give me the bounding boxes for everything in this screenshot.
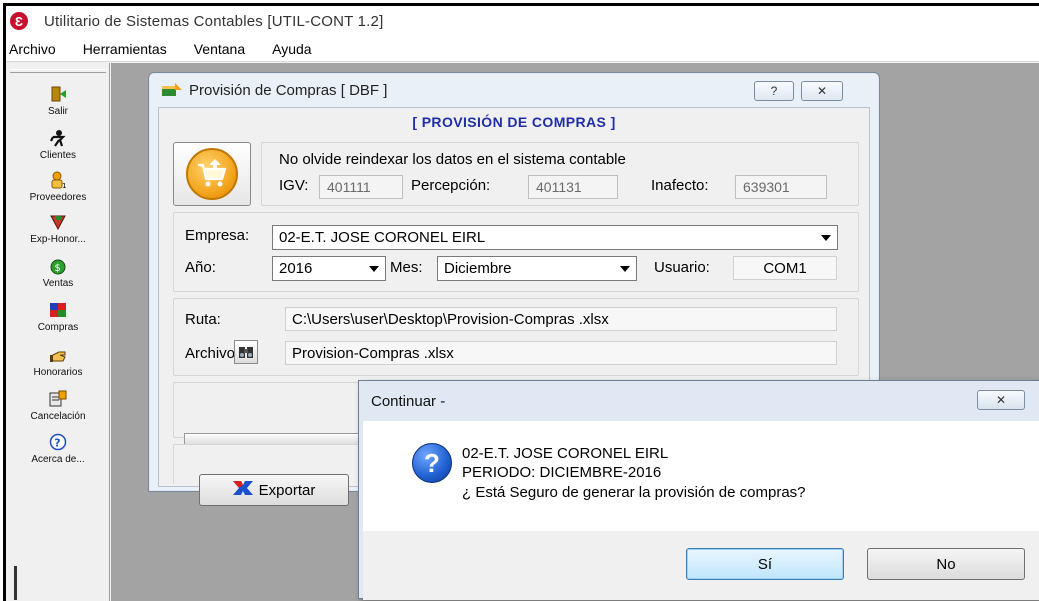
app-logo-icon: Ɛ [10,12,28,30]
binoculars-icon [239,347,253,358]
mes-value: Diciembre [444,260,512,277]
confirm-dialog: Continuar - ✕ ? 02-E.T. JOSE CORONEL EIR… [358,380,1039,600]
exit-door-icon [49,85,67,103]
toolbar-resize-handle[interactable] [14,566,17,600]
question-icon: ? [412,443,452,483]
app-title: Utilitario de Sistemas Contables [UTIL-C… [44,12,384,30]
company-group: Empresa: 02-E.T. JOSE CORONEL EIRL Año: … [173,212,859,292]
sidebar-item-label: Salir [47,106,68,117]
sidebar-item-label: Proveedores [29,192,87,203]
dialog-body: ? 02-E.T. JOSE CORONEL EIRL PERIODO: DIC… [363,421,1039,531]
path-group: Ruta: C:\Users\user\Desktop\Provision-Co… [173,298,859,376]
sidebar-item-salir[interactable]: Salir [6,85,110,129]
provision-window-icon [161,82,183,98]
igv-field: 401111 [319,175,403,199]
mes-label: Mes: [390,259,423,276]
close-icon: ✕ [995,393,1007,407]
purchases-icon [49,301,67,319]
menu-ayuda[interactable]: Ayuda [272,41,311,57]
anio-label: Año: [185,259,216,276]
left-toolbar: Salir Clientes 1 Proveedores Exp-Honor..… [6,63,110,601]
close-icon: ✕ [816,84,828,98]
sidebar-item-label: Clientes [39,150,77,161]
anio-value: 2016 [279,260,313,277]
percepcion-label: Percepción: [411,177,491,194]
ruta-field[interactable]: C:\Users\user\Desktop\Provision-Compras … [285,307,837,331]
chevron-down-icon [821,235,831,241]
provision-window-title: Provisión de Compras [ DBF ] [189,81,388,99]
app-titlebar: Ɛ Utilitario de Sistemas Contables [UTIL… [6,6,1039,36]
close-button[interactable]: ✕ [801,81,843,101]
fees-hand-icon [49,346,67,364]
sidebar-item-label: Exp-Honor... [30,234,86,245]
dialog-titlebar[interactable]: Continuar - [359,381,1039,421]
dialog-question: ¿ Está Seguro de generar la provisión de… [462,484,806,501]
svg-text:1: 1 [62,182,66,189]
empresa-value: 02-E.T. JOSE CORONEL EIRL [279,229,486,246]
empresa-label: Empresa: [185,227,250,244]
clients-person-icon [49,129,67,147]
excel-icon [232,480,253,500]
cancellation-icon [49,390,67,408]
sidebar-item-label: Compras [37,322,79,333]
toolbar-grip[interactable] [10,69,106,73]
help-icon: ? [770,84,778,98]
usuario-label: Usuario: [654,259,710,276]
notice-group: No olvide reindexar los datos en el sist… [261,142,859,206]
dialog-close-button[interactable]: ✕ [977,390,1025,410]
dialog-title: Continuar - [371,392,446,410]
sidebar-item-clientes[interactable]: Clientes [6,129,110,173]
export-label: Exportar [258,481,316,499]
chevron-down-icon [620,266,630,272]
dialog-period: PERIODO: DICIEMBRE-2016 [462,464,662,481]
sidebar-item-proveedores[interactable]: 1 Proveedores [6,171,110,215]
suppliers-icon: 1 [49,171,67,189]
reindex-notice: No olvide reindexar los datos en el sist… [279,151,626,168]
shopping-cart-icon [186,148,238,200]
archivo-field[interactable]: Provision-Compras .xlsx [285,341,837,365]
sidebar-item-exp-honor[interactable]: Exp-Honor... [6,213,110,257]
yes-button[interactable]: Sí [686,548,844,580]
usuario-field: COM1 [733,256,837,280]
igv-label: IGV: [279,177,309,194]
mes-select[interactable]: Diciembre [437,256,637,281]
sidebar-item-label: Honorarios [33,367,83,378]
menubar: Archivo Herramientas Ventana Ayuda [6,36,1039,62]
help-button[interactable]: ? [754,81,794,101]
svg-text:$: $ [55,263,61,274]
sidebar-item-label: Acerca de... [31,454,85,465]
exp-honorarios-icon [49,213,67,231]
inafecto-field: 639301 [735,175,827,199]
browse-button[interactable] [234,340,258,364]
sidebar-item-ventas[interactable]: $ Ventas [6,257,110,301]
sidebar-item-acerca[interactable]: ? Acerca de... [6,433,110,477]
cart-button[interactable] [173,142,251,206]
sales-money-icon: $ [49,257,67,275]
menu-archivo[interactable]: Archivo [9,41,56,57]
dialog-footer: Sí No [363,531,1039,600]
menu-herramientas[interactable]: Herramientas [83,41,167,57]
about-help-icon: ? [49,433,67,451]
archivo-label: Archivo: [185,345,240,362]
chevron-down-icon [369,266,379,272]
inafecto-label: Inafecto: [651,177,709,194]
sidebar-item-label: Ventas [42,278,74,289]
sidebar-item-compras[interactable]: Compras [6,301,110,345]
percepcion-field: 401131 [528,175,618,199]
dialog-company: 02-E.T. JOSE CORONEL EIRL [462,445,669,462]
menu-ventana[interactable]: Ventana [194,41,245,57]
page-title: [ PROVISIÓN DE COMPRAS ] [412,114,616,130]
svg-text:?: ? [54,437,60,450]
export-button[interactable]: Exportar [199,474,349,506]
empresa-select[interactable]: 02-E.T. JOSE CORONEL EIRL [272,225,838,250]
ruta-label: Ruta: [185,311,221,328]
sidebar-item-cancelacion[interactable]: Cancelación [6,390,110,434]
no-button[interactable]: No [867,548,1025,580]
sidebar-item-label: Cancelación [30,411,86,422]
sidebar-item-honorarios[interactable]: Honorarios [6,346,110,390]
anio-select[interactable]: 2016 [272,256,386,281]
